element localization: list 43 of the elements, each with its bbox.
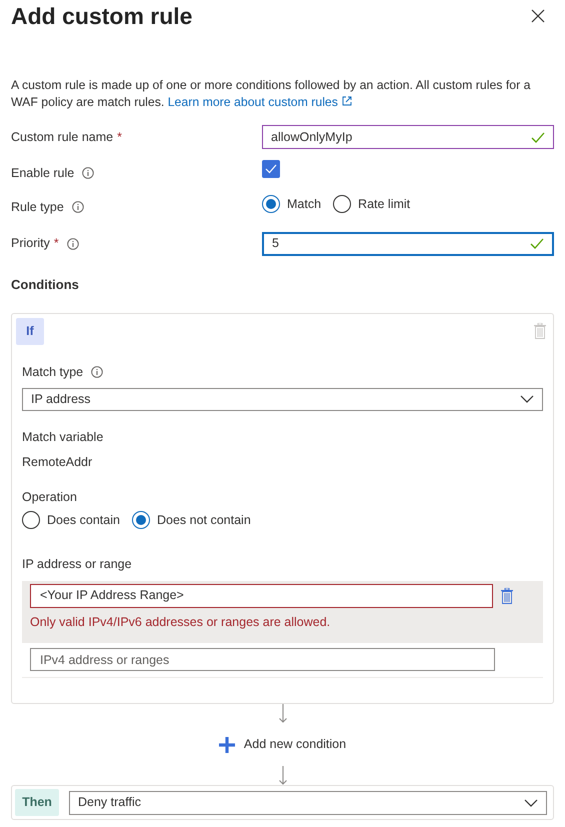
panel-title: Add custom rule [11, 2, 192, 30]
add-condition-button[interactable]: Add new condition [218, 735, 346, 754]
external-link-icon [342, 96, 352, 106]
checkmark-icon [265, 164, 277, 174]
radio-label: Does not contain [156, 512, 251, 529]
trash-icon [534, 323, 546, 339]
radio-button[interactable] [333, 195, 352, 214]
field-label: Match variable [22, 428, 104, 446]
if-badge: If [16, 318, 44, 345]
radio-button[interactable] [22, 511, 40, 530]
field-label: IP address or range [22, 556, 133, 573]
down-arrow-icon [278, 704, 286, 724]
text-field[interactable]: 5 [262, 232, 554, 256]
error-message: Only valid IPv4/IPv6 addresses or ranges are allowed. [30, 614, 332, 631]
radio-label: Rate limit [358, 196, 410, 213]
field-label: Priority * [11, 235, 59, 252]
text-field[interactable]: <Your IP Address Range> [30, 584, 493, 608]
then-badge: Then [15, 789, 59, 816]
field-label: Custom rule name * [11, 128, 122, 146]
checkbox[interactable] [262, 160, 280, 178]
plus-icon [218, 736, 235, 753]
learn-more-link[interactable]: Learn more about custom rules [168, 95, 338, 109]
trash-icon [501, 588, 513, 604]
section-heading: Conditions [11, 276, 80, 294]
dropdown[interactable]: Deny traffic [69, 790, 547, 814]
text-field[interactable]: IPv4 address or ranges [30, 648, 495, 672]
dropdown[interactable]: IP address [22, 388, 543, 411]
down-arrow-icon [278, 766, 286, 785]
info-icon [91, 366, 104, 378]
field-label: Match type [22, 364, 84, 381]
radio-label: Match [287, 196, 322, 213]
field-value: RemoteAddr [22, 454, 94, 470]
field-label: Enable rule [11, 165, 74, 182]
radio-label: Does contain [47, 512, 120, 529]
chevron-down-icon [520, 395, 534, 404]
description-text: A custom rule is made up of one or more conditions followed by an action. All custom rules for a WAF policy are match rules. Learn more about custom rules [11, 77, 532, 111]
field-label: Rule type [11, 198, 64, 216]
close-button[interactable] [530, 8, 546, 24]
radio-button[interactable] [262, 195, 280, 214]
radio-button[interactable] [132, 511, 150, 530]
chevron-down-icon [524, 798, 538, 806]
text-field[interactable]: allowOnlyMyIp [262, 125, 554, 149]
field-label: Operation [22, 489, 78, 506]
